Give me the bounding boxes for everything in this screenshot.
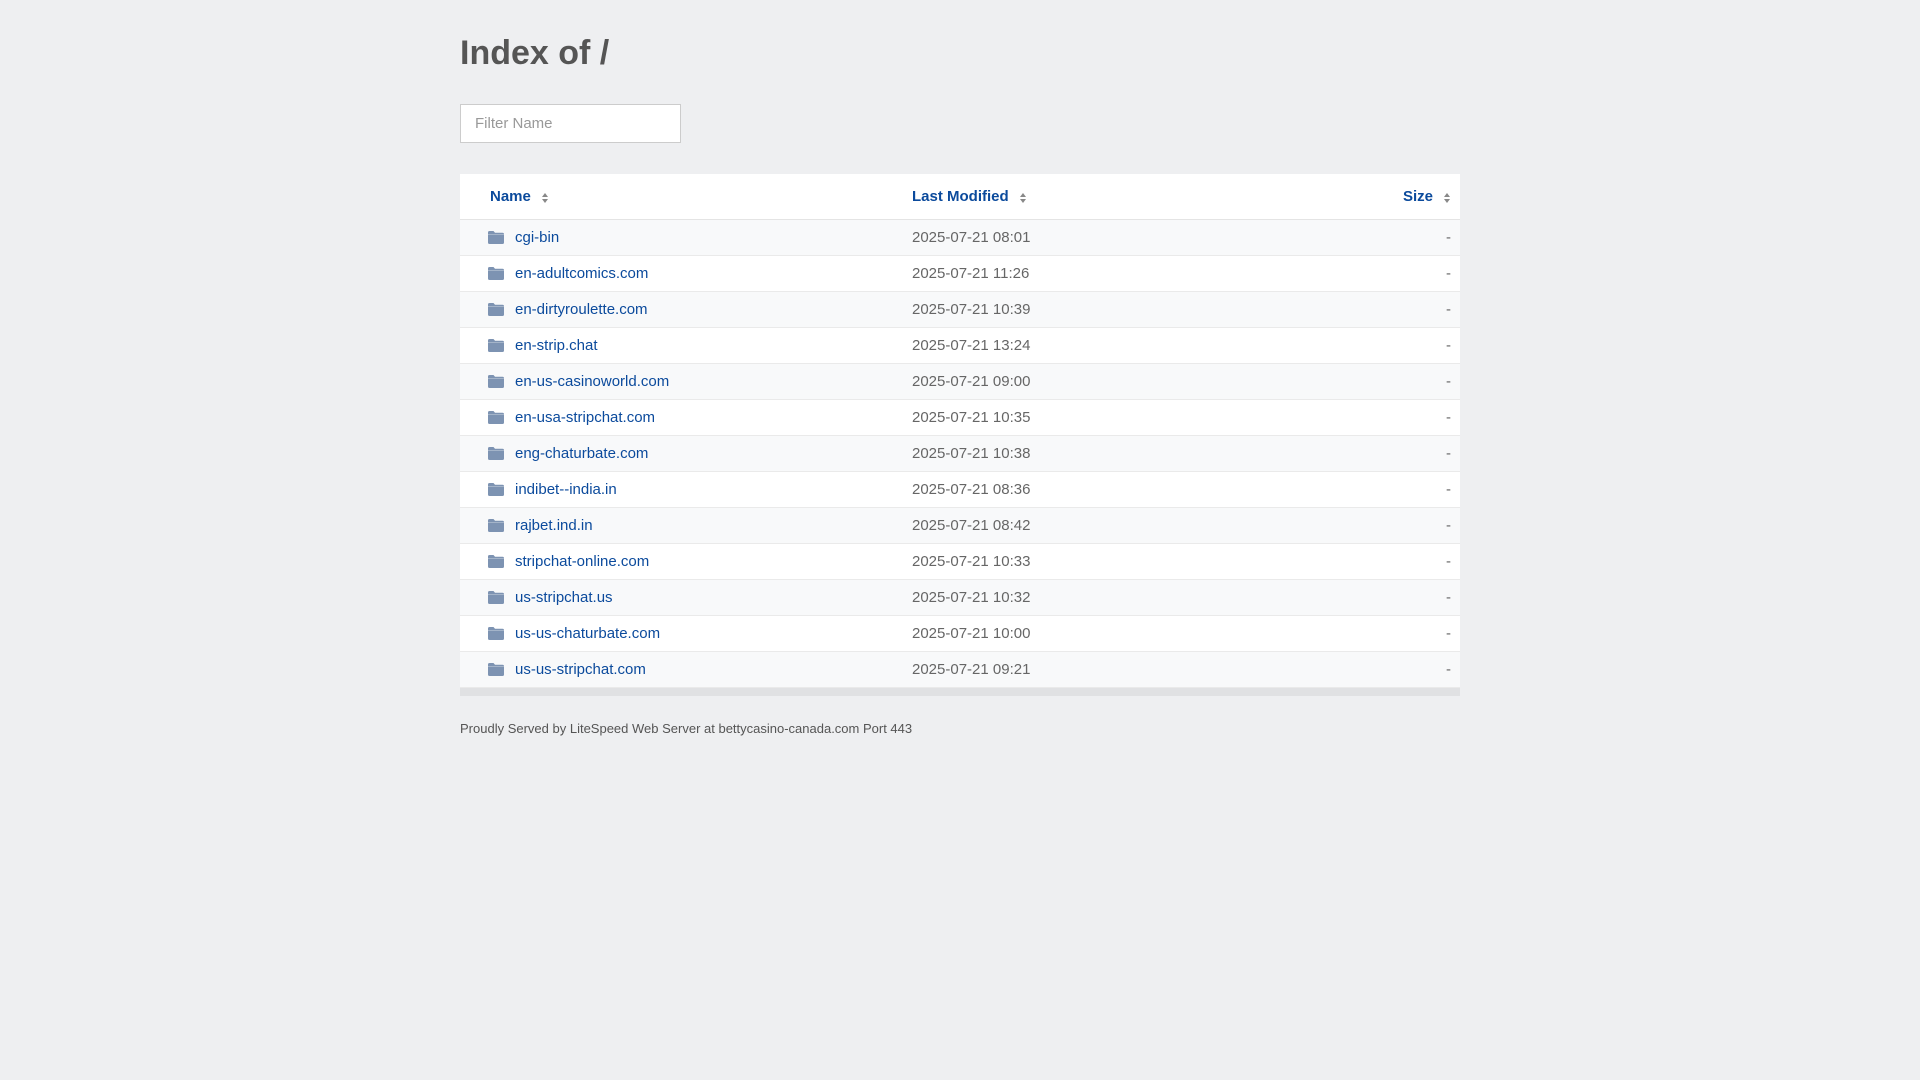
size-cell: - <box>1446 661 1451 678</box>
modified-cell: 2025-07-21 10:35 <box>912 409 1031 426</box>
sort-by-name-link[interactable]: Name <box>490 188 531 205</box>
size-cell: - <box>1446 481 1451 498</box>
entry-link[interactable]: indibet--india.in <box>515 481 617 498</box>
name-cell: eng-chaturbate.com <box>460 445 912 462</box>
name-cell: en-usa-stripchat.com <box>460 409 912 426</box>
size-cell: - <box>1446 301 1451 318</box>
folder-icon <box>488 591 504 604</box>
table-row: en-us-casinoworld.com 2025-07-21 09:00 - <box>460 364 1460 400</box>
entry-link[interactable]: us-stripchat.us <box>515 589 613 606</box>
entry-link[interactable]: en-adultcomics.com <box>515 265 648 282</box>
folder-icon <box>488 303 504 316</box>
header-size-cell: Size <box>1212 188 1460 205</box>
name-cell: stripchat-online.com <box>460 553 912 570</box>
table-header: Name Last Modified Size <box>460 174 1460 220</box>
table-row: eng-chaturbate.com 2025-07-21 10:38 - <box>460 436 1460 472</box>
modified-cell: 2025-07-21 10:38 <box>912 445 1031 462</box>
folder-icon <box>488 483 504 496</box>
name-cell: en-adultcomics.com <box>460 265 912 282</box>
entry-link[interactable]: rajbet.ind.in <box>515 517 593 534</box>
folder-icon <box>488 447 504 460</box>
page-title: Index of / <box>460 34 610 72</box>
size-cell: - <box>1446 337 1451 354</box>
modified-cell: 2025-07-21 10:32 <box>912 589 1031 606</box>
table-row: us-us-stripchat.com 2025-07-21 09:21 - <box>460 652 1460 688</box>
entry-link[interactable]: stripchat-online.com <box>515 553 649 570</box>
size-cell: - <box>1446 553 1451 570</box>
entry-link[interactable]: en-dirtyroulette.com <box>515 301 648 318</box>
modified-cell: 2025-07-21 09:00 <box>912 373 1031 390</box>
table-row: cgi-bin 2025-07-21 08:01 - <box>460 220 1460 256</box>
header-name-cell: Name <box>460 188 912 205</box>
entry-link[interactable]: en-us-casinoworld.com <box>515 373 669 390</box>
modified-cell: 2025-07-21 10:00 <box>912 625 1031 642</box>
sort-icon[interactable] <box>1443 192 1451 204</box>
modified-cell: 2025-07-21 08:01 <box>912 229 1031 246</box>
table-row: us-us-chaturbate.com 2025-07-21 10:00 - <box>460 616 1460 652</box>
name-cell: us-us-stripchat.com <box>460 661 912 678</box>
name-cell: en-us-casinoworld.com <box>460 373 912 390</box>
entry-link[interactable]: us-us-chaturbate.com <box>515 625 660 642</box>
name-cell: indibet--india.in <box>460 481 912 498</box>
filter-name-input[interactable] <box>460 104 681 143</box>
modified-cell: 2025-07-21 08:42 <box>912 517 1031 534</box>
size-cell: - <box>1446 625 1451 642</box>
name-cell: us-us-chaturbate.com <box>460 625 912 642</box>
entry-link[interactable]: us-us-stripchat.com <box>515 661 646 678</box>
size-cell: - <box>1446 409 1451 426</box>
entry-link[interactable]: cgi-bin <box>515 229 559 246</box>
size-cell: - <box>1446 589 1451 606</box>
server-footer: Proudly Served by LiteSpeed Web Server a… <box>460 721 913 736</box>
table-row: stripchat-online.com 2025-07-21 10:33 - <box>460 544 1460 580</box>
sort-icon[interactable] <box>1019 192 1027 204</box>
file-listing-table: Name Last Modified Size cgi-bin 2025-07-… <box>460 174 1460 696</box>
table-row: indibet--india.in 2025-07-21 08:36 - <box>460 472 1460 508</box>
table-row: en-adultcomics.com 2025-07-21 11:26 - <box>460 256 1460 292</box>
sort-by-size-link[interactable]: Size <box>1403 188 1433 205</box>
table-row: us-stripchat.us 2025-07-21 10:32 - <box>460 580 1460 616</box>
name-cell: rajbet.ind.in <box>460 517 912 534</box>
modified-cell: 2025-07-21 13:24 <box>912 337 1031 354</box>
folder-icon <box>488 663 504 676</box>
sort-icon[interactable] <box>541 192 549 204</box>
folder-icon <box>488 627 504 640</box>
modified-cell: 2025-07-21 10:33 <box>912 553 1031 570</box>
name-cell: cgi-bin <box>460 229 912 246</box>
modified-cell: 2025-07-21 09:21 <box>912 661 1031 678</box>
size-cell: - <box>1446 265 1451 282</box>
modified-cell: 2025-07-21 10:39 <box>912 301 1031 318</box>
name-cell: us-stripchat.us <box>460 589 912 606</box>
entry-link[interactable]: en-usa-stripchat.com <box>515 409 655 426</box>
table-row: rajbet.ind.in 2025-07-21 08:42 - <box>460 508 1460 544</box>
modified-cell: 2025-07-21 11:26 <box>912 265 1030 282</box>
size-cell: - <box>1446 517 1451 534</box>
table-row: en-dirtyroulette.com 2025-07-21 10:39 - <box>460 292 1460 328</box>
name-cell: en-dirtyroulette.com <box>460 301 912 318</box>
name-cell: en-strip.chat <box>460 337 912 354</box>
size-cell: - <box>1446 445 1451 462</box>
folder-icon <box>488 267 504 280</box>
sort-by-modified-link[interactable]: Last Modified <box>912 188 1009 205</box>
modified-cell: 2025-07-21 08:36 <box>912 481 1031 498</box>
table-row: en-usa-stripchat.com 2025-07-21 10:35 - <box>460 400 1460 436</box>
size-cell: - <box>1446 373 1451 390</box>
size-cell: - <box>1446 229 1451 246</box>
folder-icon <box>488 339 504 352</box>
folder-icon <box>488 519 504 532</box>
folder-icon <box>488 375 504 388</box>
table-row: en-strip.chat 2025-07-21 13:24 - <box>460 328 1460 364</box>
entry-link[interactable]: en-strip.chat <box>515 337 598 354</box>
folder-icon <box>488 411 504 424</box>
folder-icon <box>488 231 504 244</box>
table-body: cgi-bin 2025-07-21 08:01- en-adultcomics.c… <box>460 220 1460 688</box>
folder-icon <box>488 555 504 568</box>
entry-link[interactable]: eng-chaturbate.com <box>515 445 648 462</box>
header-modified-cell: Last Modified <box>912 188 1212 205</box>
